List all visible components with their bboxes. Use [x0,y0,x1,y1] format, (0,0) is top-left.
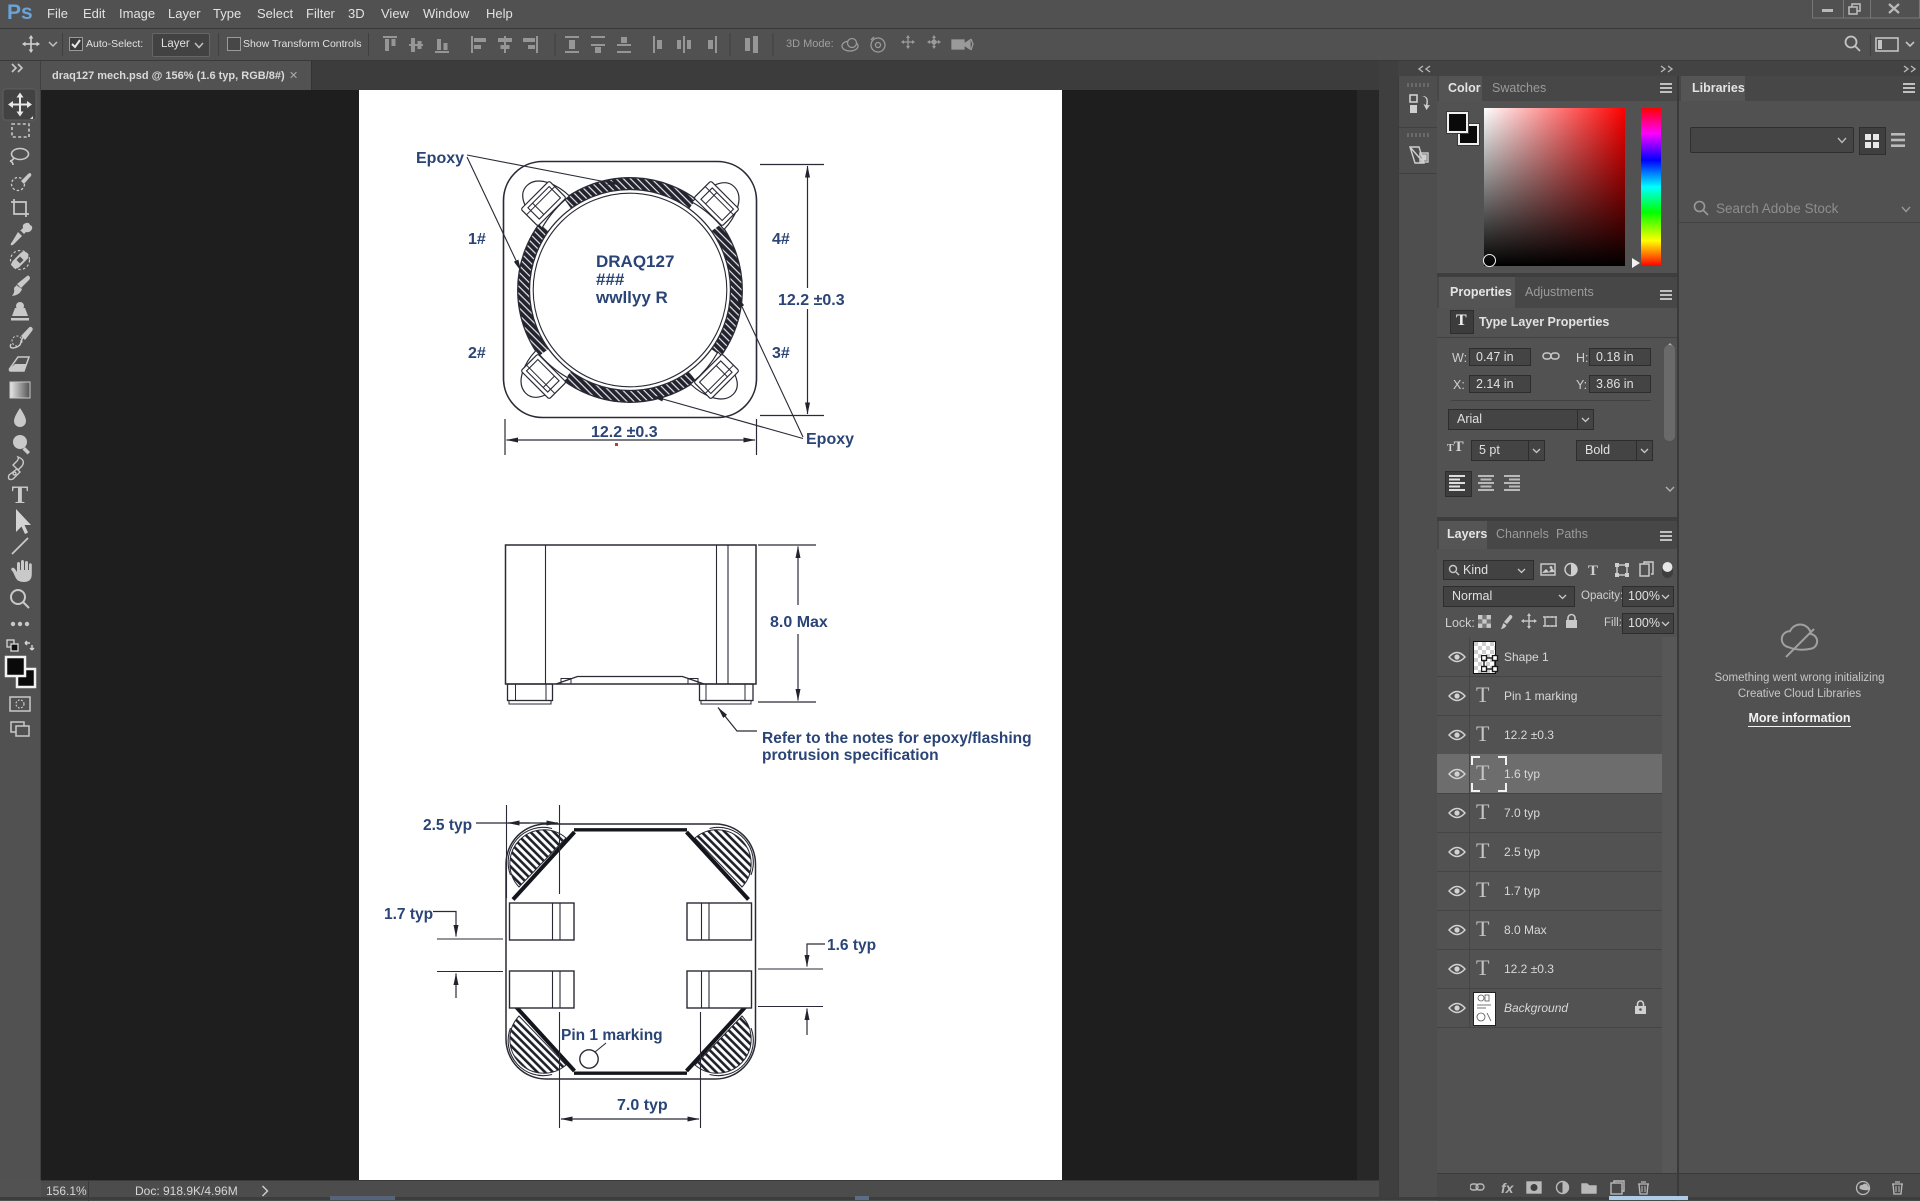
svg-text:Pin 1 marking: Pin 1 marking [561,1027,663,1044]
svg-text:4#: 4# [772,231,790,248]
svg-text:DRAQ127: DRAQ127 [596,252,674,271]
svg-text:12.2 ±0.3: 12.2 ±0.3 [778,292,845,309]
svg-text:2#: 2# [468,345,486,362]
svg-text:1#: 1# [468,231,486,248]
svg-text:Epoxy: Epoxy [416,150,464,167]
svg-text:8.0 Max: 8.0 Max [770,614,828,631]
svg-text:###: ### [596,270,625,289]
svg-text:wwllyy R: wwllyy R [595,288,668,307]
svg-text:1.7 typ: 1.7 typ [384,906,433,923]
svg-text:1.6 typ: 1.6 typ [827,937,876,954]
svg-text:fx: fx [1501,1180,1515,1196]
svg-text:T: T [1588,563,1598,579]
svg-text:protrusion specification: protrusion specification [762,747,939,764]
svg-text:3#: 3# [772,345,790,362]
svg-text:12.2 ±0.3: 12.2 ±0.3 [591,424,658,441]
svg-text:Epoxy: Epoxy [806,431,854,448]
svg-text:T: T [12,482,29,509]
svg-text:Refer to the notes for epoxy/f: Refer to the notes for epoxy/flashing [762,730,1032,747]
svg-text:7.0 typ: 7.0 typ [617,1097,668,1114]
svg-text:2.5 typ: 2.5 typ [423,817,472,834]
